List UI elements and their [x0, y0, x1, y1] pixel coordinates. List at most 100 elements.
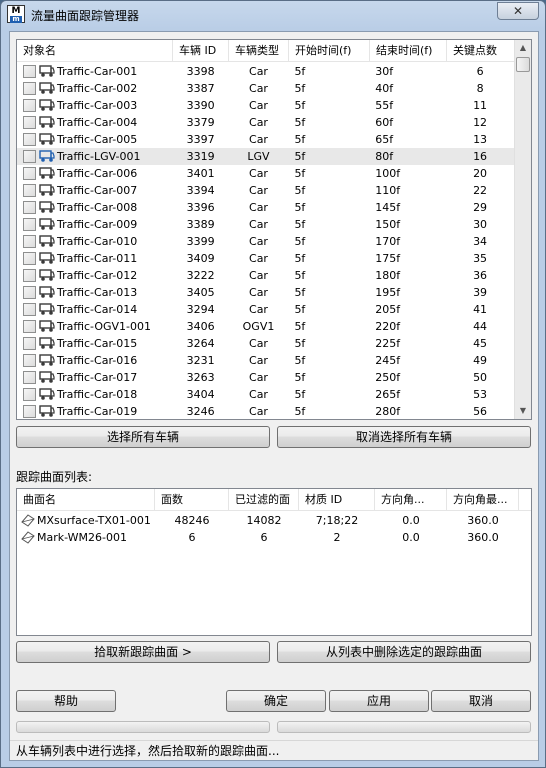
vehicle-id: 3390 [186, 99, 215, 112]
vehicle-row[interactable]: Traffic-Car-013 3405 Car 5f 195f 39 [17, 284, 514, 301]
col-filtered-faces[interactable]: 已过滤的面 [229, 489, 299, 511]
surface-material-id: 2 [333, 531, 341, 544]
vehicle-row[interactable]: Traffic-Car-001 3398 Car 5f 30f 6 [17, 63, 514, 80]
vehicle-row[interactable]: Traffic-Car-019 3246 Car 5f 280f 56 [17, 403, 514, 419]
vehicle-checkbox[interactable] [23, 286, 36, 299]
vehicle-row[interactable]: Traffic-Car-006 3401 Car 5f 100f 20 [17, 165, 514, 182]
vehicle-checkbox[interactable] [23, 65, 36, 78]
remove-surface-button[interactable]: 从列表中删除选定的跟踪曲面 [277, 641, 531, 663]
vehicle-checkbox[interactable] [23, 150, 36, 163]
vehicle-row[interactable]: Traffic-Car-014 3294 Car 5f 205f 41 [17, 301, 514, 318]
vehicle-checkbox[interactable] [23, 167, 36, 180]
vehicle-checkbox[interactable] [23, 82, 36, 95]
car-icon [39, 234, 55, 248]
surface-filtered-faces: 6 [260, 531, 268, 544]
vehicle-row[interactable]: Traffic-Car-005 3397 Car 5f 65f 13 [17, 131, 514, 148]
vehicle-start-time: 5f [294, 388, 306, 401]
vehicle-type: Car [249, 99, 268, 112]
vehicle-checkbox[interactable] [23, 405, 36, 418]
vehicle-key-count: 49 [473, 354, 488, 367]
surface-dir-min: 0.0 [402, 531, 420, 544]
car-icon [39, 336, 55, 350]
col-vehicle-type[interactable]: 车辆类型 [229, 40, 289, 62]
surface-row[interactable]: Mark-WM26-001 6 6 2 0.0 360.0 [17, 529, 531, 546]
vehicle-start-time: 5f [294, 116, 306, 129]
surface-row[interactable]: MXsurface-TX01-001 48246 14082 7;18;22 0.0 36… [17, 512, 531, 529]
vehicle-end-time: 195f [375, 286, 401, 299]
surface-dir-max: 360.0 [467, 514, 499, 527]
vehicle-checkbox[interactable] [23, 116, 36, 129]
col-vehicle-id[interactable]: 车辆 ID [173, 40, 229, 62]
scroll-up-arrow-icon[interactable]: ▲ [515, 40, 531, 56]
vehicle-row[interactable]: Traffic-Car-018 3404 Car 5f 265f 53 [17, 386, 514, 403]
scroll-thumb[interactable] [516, 57, 530, 72]
help-button[interactable]: 帮助 [16, 690, 116, 712]
surface-list[interactable]: 曲面名 面数 已过滤的面 材质 ID 方向角... 方向角最... MXsurf… [16, 488, 532, 636]
vehicle-row[interactable]: Traffic-Car-007 3394 Car 5f 110f 22 [17, 182, 514, 199]
close-button[interactable]: ✕ [497, 2, 539, 20]
vehicle-checkbox[interactable] [23, 184, 36, 197]
surface-dir-min: 0.0 [402, 514, 420, 527]
vehicle-row[interactable]: Traffic-Car-004 3379 Car 5f 60f 12 [17, 114, 514, 131]
col-dir-max[interactable]: 方向角最... [447, 489, 519, 511]
vehicle-checkbox[interactable] [23, 303, 36, 316]
vehicle-name: Traffic-Car-007 [57, 184, 138, 197]
progress-bar-right [277, 721, 531, 733]
col-material-id[interactable]: 材质 ID [299, 489, 375, 511]
title-bar[interactable]: Mm 流量曲面跟踪管理器 ✕ [1, 1, 545, 29]
pick-surface-button[interactable]: 拾取新跟踪曲面 > [16, 641, 270, 663]
tracker-manager-window: Mm 流量曲面跟踪管理器 ✕ 对象名 车辆 ID 车辆类型 开始时间(f) 结束… [0, 0, 546, 768]
col-surface-name[interactable]: 曲面名 [17, 489, 155, 511]
vehicle-checkbox[interactable] [23, 269, 36, 282]
vehicle-row[interactable]: Traffic-Car-016 3231 Car 5f 245f 49 [17, 352, 514, 369]
deselect-all-vehicles-button[interactable]: 取消选择所有车辆 [277, 426, 531, 448]
vehicle-key-count: 53 [473, 388, 488, 401]
vehicle-id: 3319 [186, 150, 215, 163]
surface-icon [21, 513, 35, 527]
vehicle-end-time: 245f [375, 354, 401, 367]
vehicle-start-time: 5f [294, 354, 306, 367]
col-key-count[interactable]: 关键点数 [447, 40, 515, 62]
vehicle-row[interactable]: Traffic-LGV-001 3319 LGV 5f 80f 16 [17, 148, 514, 165]
vehicle-row[interactable]: Traffic-OGV1-001 3406 OGV1 5f 220f 44 [17, 318, 514, 335]
vehicle-row[interactable]: Traffic-Car-002 3387 Car 5f 40f 8 [17, 80, 514, 97]
vehicle-row[interactable]: Traffic-Car-010 3399 Car 5f 170f 34 [17, 233, 514, 250]
vehicle-checkbox[interactable] [23, 252, 36, 265]
vehicle-row[interactable]: Traffic-Car-015 3264 Car 5f 225f 45 [17, 335, 514, 352]
car-icon [39, 98, 55, 112]
vehicle-list-scrollbar[interactable]: ▲ ▼ [514, 40, 531, 419]
col-face-count[interactable]: 面数 [155, 489, 229, 511]
vehicle-row[interactable]: Traffic-Car-008 3396 Car 5f 145f 29 [17, 199, 514, 216]
vehicle-checkbox[interactable] [23, 320, 36, 333]
vehicle-row[interactable]: Traffic-Car-009 3389 Car 5f 150f 30 [17, 216, 514, 233]
scroll-down-arrow-icon[interactable]: ▼ [515, 403, 531, 419]
vehicle-name: Traffic-Car-002 [57, 82, 138, 95]
vehicle-checkbox[interactable] [23, 371, 36, 384]
vehicle-key-count: 6 [476, 65, 484, 78]
col-start-time[interactable]: 开始时间(f) [289, 40, 370, 62]
cancel-button[interactable]: 取消 [431, 690, 531, 712]
vehicle-row[interactable]: Traffic-Car-017 3263 Car 5f 250f 50 [17, 369, 514, 386]
car-icon [39, 183, 55, 197]
vehicle-checkbox[interactable] [23, 218, 36, 231]
vehicle-checkbox[interactable] [23, 133, 36, 146]
vehicle-row[interactable]: Traffic-Car-011 3409 Car 5f 175f 35 [17, 250, 514, 267]
vehicle-checkbox[interactable] [23, 235, 36, 248]
vehicle-checkbox[interactable] [23, 201, 36, 214]
vehicle-row[interactable]: Traffic-Car-012 3222 Car 5f 180f 36 [17, 267, 514, 284]
vehicle-checkbox[interactable] [23, 337, 36, 350]
vehicle-row[interactable]: Traffic-Car-003 3390 Car 5f 55f 11 [17, 97, 514, 114]
vehicle-id: 3294 [186, 303, 215, 316]
car-icon [39, 115, 55, 129]
col-dir-min[interactable]: 方向角... [375, 489, 447, 511]
apply-button[interactable]: 应用 [329, 690, 429, 712]
vehicle-checkbox[interactable] [23, 354, 36, 367]
vehicle-list[interactable]: 对象名 车辆 ID 车辆类型 开始时间(f) 结束时间(f) 关键点数 Traf… [16, 39, 532, 420]
vehicle-checkbox[interactable] [23, 388, 36, 401]
col-object-name[interactable]: 对象名 [17, 40, 173, 62]
vehicle-end-time: 175f [375, 252, 401, 265]
col-end-time[interactable]: 结束时间(f) [370, 40, 447, 62]
select-all-vehicles-button[interactable]: 选择所有车辆 [16, 426, 270, 448]
vehicle-checkbox[interactable] [23, 99, 36, 112]
ok-button[interactable]: 确定 [226, 690, 326, 712]
